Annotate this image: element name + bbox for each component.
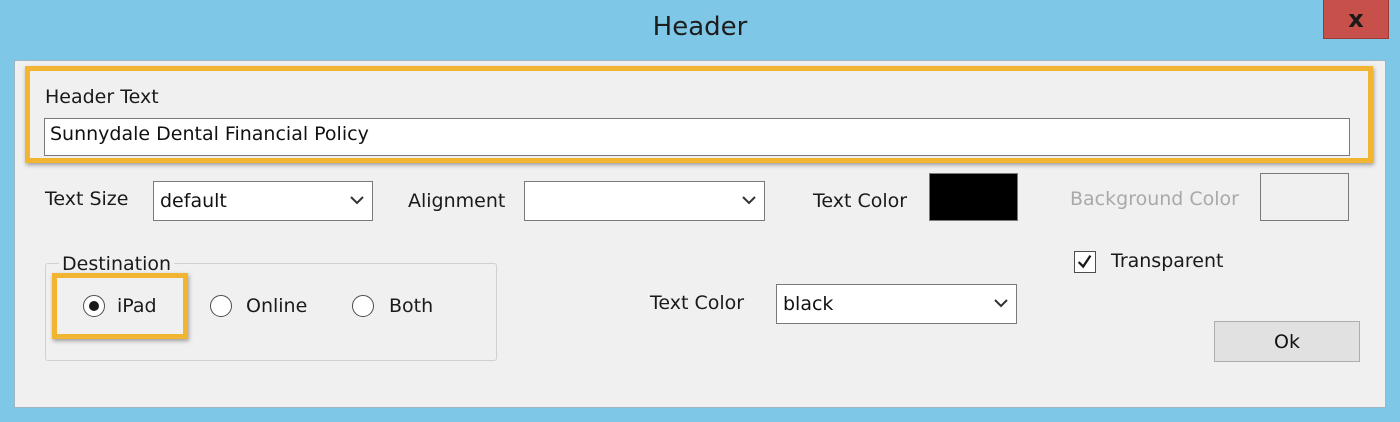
- destination-label: Destination: [59, 253, 175, 275]
- text-color-swatch[interactable]: [929, 173, 1018, 221]
- text-size-value: default: [160, 190, 227, 212]
- ok-button-label: Ok: [1274, 330, 1300, 353]
- chevron-down-icon: [350, 196, 364, 205]
- radio-online-label: Online: [246, 295, 308, 317]
- transparent-checkbox[interactable]: [1074, 251, 1096, 273]
- title-bar: Header x: [0, 0, 1400, 60]
- radio-online[interactable]: [210, 295, 232, 317]
- text-color-label: Text Color: [813, 190, 908, 212]
- radio-both-label: Both: [389, 295, 434, 317]
- radio-selected-dot: [89, 301, 99, 311]
- text-size-label: Text Size: [45, 188, 129, 210]
- radio-ipad-label: iPad: [117, 295, 157, 317]
- text-size-select[interactable]: default: [153, 181, 373, 221]
- chevron-down-icon: [742, 196, 756, 205]
- transparent-label: Transparent: [1111, 250, 1224, 272]
- text-color-select-label: Text Color: [650, 292, 745, 314]
- checkmark-icon: [1077, 255, 1092, 269]
- window-title: Header: [652, 12, 748, 42]
- alignment-select[interactable]: [524, 181, 765, 221]
- header-text-label: Header Text: [45, 86, 159, 108]
- header-text-input[interactable]: Sunnydale Dental Financial Policy: [44, 118, 1350, 156]
- chevron-down-icon: [994, 299, 1008, 308]
- ok-button[interactable]: Ok: [1214, 321, 1360, 362]
- radio-both[interactable]: [352, 295, 374, 317]
- text-color-select-value: black: [783, 293, 834, 315]
- background-color-label: Background Color: [1070, 188, 1239, 210]
- close-button[interactable]: x: [1323, 0, 1389, 39]
- text-color-select[interactable]: black: [776, 284, 1017, 324]
- background-color-swatch[interactable]: [1260, 173, 1349, 221]
- close-icon: x: [1348, 5, 1364, 33]
- alignment-label: Alignment: [408, 190, 506, 212]
- radio-ipad[interactable]: [83, 295, 105, 317]
